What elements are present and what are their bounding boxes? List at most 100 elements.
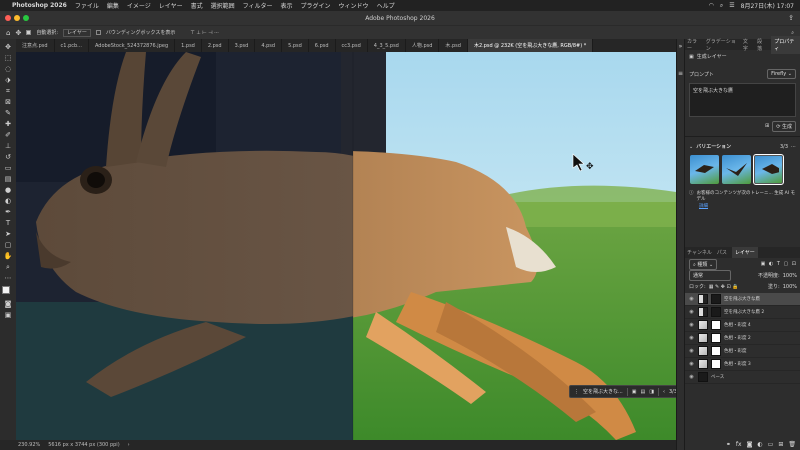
notice-link[interactable]: 詳細 bbox=[685, 203, 800, 209]
document-tab[interactable]: 6.psd bbox=[309, 39, 336, 52]
lock-icons[interactable]: ▦ ✎ ✥ ⊡ 🔒 bbox=[709, 284, 739, 290]
bounding-box-checkbox[interactable] bbox=[95, 30, 101, 35]
clone-stamp-icon[interactable]: ⊥ bbox=[3, 141, 13, 151]
menu-file[interactable]: ファイル bbox=[75, 1, 99, 10]
color-swatches[interactable] bbox=[2, 286, 14, 298]
adjustment-layer-icon[interactable]: ◐ bbox=[757, 441, 762, 448]
variations-more-icon[interactable]: ⋯ bbox=[791, 144, 796, 150]
layer-mask-thumbnail[interactable] bbox=[711, 346, 721, 356]
layer-mask-thumbnail[interactable] bbox=[711, 320, 721, 330]
tab-paragraph[interactable]: 段落 bbox=[757, 38, 766, 52]
variation-thumb-2[interactable] bbox=[722, 155, 751, 184]
context-prompt-text[interactable]: 空を飛ぶ大きな... bbox=[583, 388, 623, 395]
document-tab[interactable]: 3.psd bbox=[229, 39, 256, 52]
fill-value[interactable]: 100% bbox=[783, 284, 797, 290]
tab-color[interactable]: カラー bbox=[687, 38, 701, 52]
variation-thumb-3[interactable] bbox=[753, 154, 784, 185]
menu-window[interactable]: ウィンドウ bbox=[339, 1, 369, 10]
datetime[interactable]: 8月27日(木) 17:07 bbox=[741, 1, 794, 10]
document-tab[interactable]: AdobeStock_524372876.jpeg bbox=[89, 39, 176, 52]
wifi-icon[interactable]: ◠ bbox=[709, 2, 714, 9]
eye-icon[interactable]: ◉ bbox=[688, 348, 695, 354]
align-icons[interactable]: ⊤ ⊥ ⊢ ⊣ ⋯ bbox=[190, 30, 219, 36]
link-layers-icon[interactable]: ⚭ bbox=[726, 441, 731, 448]
layer-mask-thumbnail[interactable] bbox=[711, 359, 721, 369]
document-tab[interactable]: 4_3_5.psd bbox=[368, 39, 406, 52]
layer-row[interactable]: ◉ 色相・彩度 3 bbox=[685, 358, 800, 371]
auto-select-checkbox[interactable] bbox=[26, 30, 32, 35]
crop-tool-icon[interactable]: ⌗ bbox=[3, 86, 13, 96]
eraser-icon[interactable]: ▭ bbox=[3, 163, 13, 173]
dodge-tool-icon[interactable]: ◐ bbox=[3, 196, 13, 206]
zoom-tool-icon[interactable]: ⌕ bbox=[3, 262, 13, 272]
history-brush-icon[interactable]: ↺ bbox=[3, 152, 13, 162]
document-tab[interactable]: 2.psd bbox=[202, 39, 229, 52]
eye-icon[interactable]: ◉ bbox=[688, 309, 695, 315]
drag-handle-icon[interactable]: ⋮ bbox=[574, 389, 579, 395]
move-tool-icon[interactable]: ✥ bbox=[15, 29, 21, 37]
menu-help[interactable]: ヘルプ bbox=[377, 1, 395, 10]
menu-select[interactable]: 選択範囲 bbox=[211, 1, 235, 10]
marquee-tool-icon[interactable]: ⬚ bbox=[3, 53, 13, 63]
menu-plugins[interactable]: プラグイン bbox=[301, 1, 331, 10]
layer-row[interactable]: ◉ 色相・彩度 4 bbox=[685, 319, 800, 332]
doc-info[interactable]: 5616 px x 3744 px (300 ppi) bbox=[48, 442, 119, 448]
eye-icon[interactable]: ◉ bbox=[688, 374, 695, 380]
zoom-window-button[interactable] bbox=[23, 15, 29, 21]
layer-filter-select[interactable]: ⌕ 種類 ⌄ bbox=[689, 258, 718, 270]
document-tab[interactable]: 4.psd bbox=[255, 39, 283, 52]
shape-tool-icon[interactable]: ▢ bbox=[3, 240, 13, 250]
path-select-icon[interactable]: ➤ bbox=[3, 229, 13, 239]
app-menu[interactable]: Photoshop 2026 bbox=[12, 2, 67, 9]
document-tab[interactable]: 注意点.psd bbox=[16, 39, 55, 52]
fx-icon[interactable]: fx bbox=[736, 441, 742, 448]
share-icon[interactable]: ⇪ bbox=[788, 14, 794, 22]
minimize-window-button[interactable] bbox=[14, 15, 20, 21]
menu-filter[interactable]: フィルター bbox=[243, 1, 273, 10]
blend-mode-select[interactable]: 通常 bbox=[689, 270, 731, 281]
document-tab[interactable]: c1.pcb... bbox=[55, 39, 89, 52]
filter-icons[interactable]: ▣ ◐ T ▢ ⊡ bbox=[761, 261, 797, 267]
layer-mask-thumbnail[interactable] bbox=[711, 333, 721, 343]
eye-icon[interactable]: ◉ bbox=[688, 335, 695, 341]
canvas[interactable]: ✥ bbox=[16, 52, 676, 440]
quick-mask-icon[interactable]: ◙ bbox=[3, 299, 13, 309]
menu-image[interactable]: イメージ bbox=[127, 1, 151, 10]
healing-brush-icon[interactable]: ✚ bbox=[3, 119, 13, 129]
blur-tool-icon[interactable]: ● bbox=[3, 185, 13, 195]
tab-properties[interactable]: プロパティ bbox=[771, 35, 800, 54]
type-tool-icon[interactable]: T bbox=[3, 218, 13, 228]
layer-row[interactable]: ◉ 空を飛ぶ大きな鷹 bbox=[685, 293, 800, 306]
eye-icon[interactable]: ◉ bbox=[688, 296, 695, 302]
tab-channels[interactable]: チャンネル bbox=[687, 249, 712, 256]
menu-edit[interactable]: 編集 bbox=[107, 1, 119, 10]
zoom-level[interactable]: 230.92% bbox=[18, 442, 40, 448]
document-tab[interactable]: 人物.psd bbox=[406, 39, 440, 52]
model-select[interactable]: Firefly ⌄ bbox=[767, 69, 796, 79]
screen-mode-icon[interactable]: ▣ bbox=[3, 310, 13, 320]
add-mask-icon[interactable]: ◙ bbox=[747, 441, 753, 448]
brush-tool-icon[interactable]: ✐ bbox=[3, 130, 13, 140]
menu-layer[interactable]: レイヤー bbox=[159, 1, 183, 10]
panel-collapse-icon[interactable]: » bbox=[677, 43, 684, 50]
home-icon[interactable]: ⌂ bbox=[6, 29, 10, 37]
eyedropper-icon[interactable]: ✎ bbox=[3, 108, 13, 118]
frame-tool-icon[interactable]: ⊠ bbox=[3, 97, 13, 107]
tab-paths[interactable]: パス bbox=[717, 249, 727, 256]
menu-type[interactable]: 書式 bbox=[191, 1, 203, 10]
lasso-tool-icon[interactable]: ◌ bbox=[3, 64, 13, 74]
prev-variation-icon[interactable]: ‹ bbox=[663, 389, 665, 395]
layer-mask-thumbnail[interactable] bbox=[711, 307, 721, 317]
tab-character[interactable]: 文字 bbox=[743, 38, 752, 52]
variation-thumb-1[interactable] bbox=[690, 155, 719, 184]
eye-icon[interactable]: ◉ bbox=[688, 361, 695, 367]
layer-row[interactable]: ◉ ベース bbox=[685, 371, 800, 384]
control-center-icon[interactable]: ☰ bbox=[729, 2, 734, 9]
document-tab[interactable]: 木.psd bbox=[439, 39, 468, 52]
layer-row[interactable]: ◉ 空を飛ぶ大きな鷹 2 bbox=[685, 306, 800, 319]
more-tools-icon[interactable]: ⋯ bbox=[3, 273, 13, 283]
opacity-value[interactable]: 100% bbox=[783, 273, 797, 279]
delete-layer-icon[interactable]: 🗑 bbox=[788, 441, 796, 448]
auto-select-dropdown[interactable]: レイヤー bbox=[63, 28, 91, 37]
move-tool-icon[interactable]: ✥ bbox=[3, 42, 13, 52]
